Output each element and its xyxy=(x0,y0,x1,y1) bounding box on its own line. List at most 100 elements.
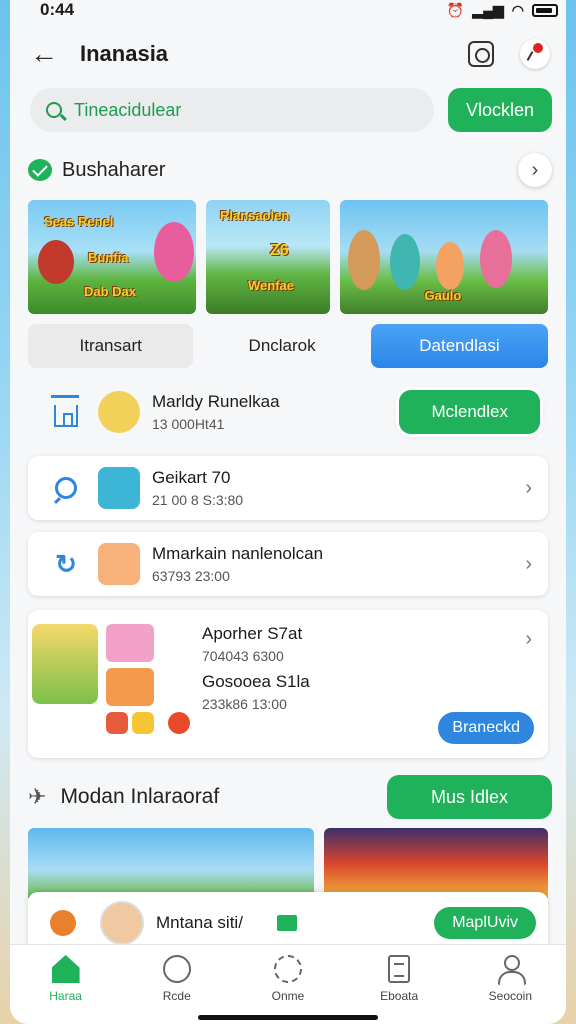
game-icon xyxy=(106,712,128,734)
nav-label: Haraa xyxy=(49,989,82,1003)
avatar xyxy=(100,901,144,945)
camera-square-icon xyxy=(468,41,494,67)
group-card[interactable]: Aporher S7at 704043 6300 Gosooea S1la 23… xyxy=(28,610,548,758)
community-icon xyxy=(273,955,302,983)
banner-2[interactable]: Rlansaolen Z6 Wenfae xyxy=(205,200,331,314)
bottom-card-name: Mntana siti/ xyxy=(156,913,243,932)
character-illustration xyxy=(348,230,381,290)
status-time: 0:44 xyxy=(40,0,75,19)
nav-item-3[interactable]: Onme xyxy=(238,955,338,1003)
row-lead: ↻ xyxy=(46,549,86,580)
featured-banners: Seas Renel Bunfia Dab Dax Rlansaolen Z6 … xyxy=(10,200,566,314)
screenshot-button[interactable] xyxy=(464,37,498,71)
scene-image[interactable] xyxy=(324,828,548,898)
wifi-icon: ◠ xyxy=(511,1,524,18)
alarm-icon: ⏰ xyxy=(446,1,465,18)
tab-2[interactable]: Dnclarok xyxy=(203,324,360,368)
nav-item-5[interactable]: Seocoin xyxy=(460,955,560,1003)
search-input[interactable] xyxy=(74,99,374,121)
row-texts: Marldy Runelkaa 13 000Ht41 xyxy=(152,392,399,432)
featured-header: Bushaharer › xyxy=(10,152,566,188)
house-icon xyxy=(51,395,79,427)
nav-label: Seocoin xyxy=(488,989,533,1003)
row-lead xyxy=(46,477,86,499)
banner-1-line2: Bunfia xyxy=(88,250,129,265)
group-thumbnail xyxy=(32,624,98,704)
segmented-tabs: Itransart Dnclarok Datendlasi xyxy=(10,324,566,368)
character-illustration xyxy=(390,234,421,290)
banner-2-line2: Z6 xyxy=(269,242,289,259)
banner-2-line1: Rlansaolen xyxy=(219,208,290,223)
game-icon xyxy=(106,668,154,706)
chevron-right-icon: › xyxy=(525,476,532,499)
chevron-right-icon[interactable]: › xyxy=(518,153,552,187)
banner-3-line3: Gaulo xyxy=(424,288,462,303)
status-icons: ⏰ ▂▄▆ ◠ xyxy=(447,2,558,19)
row-action-button[interactable]: Mclendlex xyxy=(399,390,540,434)
chat-check-icon xyxy=(28,159,52,181)
game-icon xyxy=(132,712,154,734)
character-illustration xyxy=(480,230,513,288)
tab-3[interactable]: Datendlasi xyxy=(370,324,549,368)
character-illustration xyxy=(436,242,465,290)
section2-header: ✈ Modan Inlaraoraf Mus Idlex xyxy=(10,774,566,820)
chat-bubble-icon xyxy=(55,477,77,499)
row-name: Marldy Runelkaa xyxy=(152,392,280,411)
app-header: ← Inanasia xyxy=(10,20,566,88)
nav-label: Eboata xyxy=(380,989,419,1003)
refresh-icon: ↻ xyxy=(55,548,77,579)
status-bar: 0:44 ⏰ ▂▄▆ ◠ xyxy=(10,0,566,20)
green-tag-icon xyxy=(276,915,297,931)
tab-1[interactable]: Itransart xyxy=(28,324,194,368)
featured-title: Bushaharer xyxy=(62,158,166,181)
list-item[interactable]: Geikart 70 21 00 8 S:3:80 › xyxy=(28,456,548,520)
scene-image[interactable] xyxy=(28,828,314,898)
pin-button[interactable] xyxy=(518,37,552,71)
nav-item-home[interactable]: Haraa xyxy=(16,955,116,1003)
row-lead xyxy=(46,395,86,427)
document-icon xyxy=(388,955,411,983)
section2-title: Modan Inlaraoraf xyxy=(60,785,220,808)
avatar xyxy=(98,543,140,585)
pin-icon xyxy=(520,39,550,69)
search-bar[interactable] xyxy=(30,88,434,132)
section2-button[interactable]: Mus Idlex xyxy=(386,775,552,819)
banner-1[interactable]: Seas Renel Bunfia Dab Dax xyxy=(28,200,196,314)
banner-1-line3: Dab Dax xyxy=(84,284,137,299)
avatar xyxy=(98,391,140,433)
chevron-right-icon: › xyxy=(525,552,532,575)
group-texts: Aporher S7at 704043 6300 Gosooea S1la 23… xyxy=(202,624,525,712)
avatar xyxy=(98,467,140,509)
group-item-name: Aporher S7at xyxy=(202,624,303,643)
character-illustration xyxy=(154,222,194,282)
row-texts: Mmarkain nanlenolcan 63793 23:00 xyxy=(152,544,525,584)
mini-icons-row xyxy=(106,712,190,734)
search-button[interactable]: Vlocklen xyxy=(447,88,552,132)
nav-label: Rcde xyxy=(162,989,191,1003)
home-indicator xyxy=(198,1015,378,1020)
row-name: Mmarkain nanlenolcan xyxy=(152,544,324,563)
chevron-right-icon: › xyxy=(525,628,532,650)
game-icon xyxy=(106,624,154,662)
search-icon xyxy=(46,102,62,118)
banner-3[interactable]: Gaulo xyxy=(340,200,548,314)
nav-item-4[interactable]: Eboata xyxy=(349,955,449,1003)
person-icon xyxy=(496,955,527,985)
battery-icon xyxy=(532,3,558,17)
bottom-card-button[interactable]: MaplUviv xyxy=(434,907,536,939)
list-item[interactable]: Marldy Runelkaa 13 000Ht41 Mclendlex xyxy=(28,384,548,440)
paper-plane-icon: ✈ xyxy=(28,784,47,809)
back-arrow-icon[interactable]: ← xyxy=(30,38,70,70)
home-icon xyxy=(51,955,80,983)
search-row: Vlocklen xyxy=(10,88,566,132)
row-name: Geikart 70 xyxy=(152,468,231,487)
group-item-sub: 233k86 13:00 xyxy=(202,696,287,712)
row-texts: Geikart 70 21 00 8 S:3:80 xyxy=(152,468,525,508)
nav-item-2[interactable]: Rcde xyxy=(127,955,227,1003)
group-action-button[interactable]: Braneckd xyxy=(438,712,534,744)
list-item[interactable]: ↻ Mmarkain nanlenolcan 63793 23:00 › xyxy=(28,532,548,596)
group-mini-icons xyxy=(106,624,190,734)
badge-icon xyxy=(50,910,76,936)
bottom-nav: Haraa Rcde Onme Eboata Seocoin xyxy=(10,944,566,1024)
group-item-sub: 704043 6300 xyxy=(202,648,284,664)
